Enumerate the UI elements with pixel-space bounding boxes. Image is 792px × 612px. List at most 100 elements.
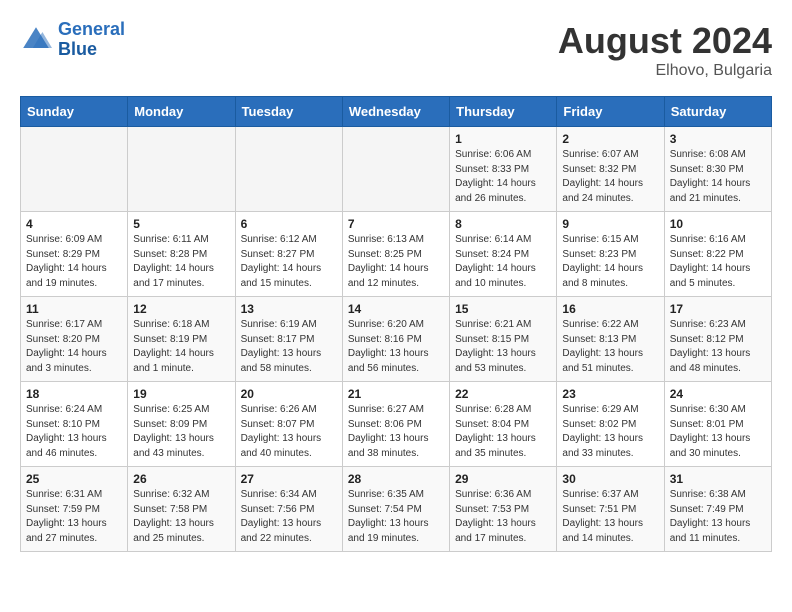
calendar-cell: 20Sunrise: 6:26 AM Sunset: 8:07 PM Dayli… xyxy=(235,382,342,467)
calendar-week-row: 18 Sunrise: 6:24 AM Sunset: 8:10 PM Dayli… xyxy=(21,382,772,467)
day-detail: Sunrise: 6:29 AM Sunset: 8:02 PM Dayligh… xyxy=(562,403,658,461)
day-detail: Sunrise: 6:15 AM Sunset: 8:23 PM Dayligh… xyxy=(562,233,658,291)
day-number: 4 xyxy=(26,217,122,231)
day-detail: Sunrise: 6:18 AM Sunset: 8:19 PM Dayligh… xyxy=(133,318,229,376)
calendar-cell: 14Sunrise: 6:20 AM Sunset: 8:16 PM Dayli… xyxy=(342,297,449,382)
day-detail: Sunrise: 6:31 AM Sunset: 7:59 PM Dayligh… xyxy=(26,488,122,546)
calendar-cell: 13 Sunrise: 6:19 AM Sunset: 8:17 PM Dayli… xyxy=(235,297,342,382)
day-of-week-header: Saturday xyxy=(664,97,771,127)
calendar-cell: 4Sunrise: 6:09 AM Sunset: 8:29 PM Daylig… xyxy=(21,212,128,297)
day-number: 28 xyxy=(348,472,444,486)
calendar-cell: 25Sunrise: 6:31 AM Sunset: 7:59 PM Dayli… xyxy=(21,467,128,552)
calendar-cell: 21 Sunrise: 6:27 AM Sunset: 8:06 PM Dayli… xyxy=(342,382,449,467)
calendar-week-row: 4Sunrise: 6:09 AM Sunset: 8:29 PM Daylig… xyxy=(21,212,772,297)
day-detail: Sunrise: 6:35 AM Sunset: 7:54 PM Dayligh… xyxy=(348,488,444,546)
day-detail: Sunrise: 6:11 AM Sunset: 8:28 PM Dayligh… xyxy=(133,233,229,291)
calendar-cell: 8 Sunrise: 6:14 AM Sunset: 8:24 PM Daylig… xyxy=(450,212,557,297)
calendar-cell: 15 Sunrise: 6:21 AM Sunset: 8:15 PM Dayli… xyxy=(450,297,557,382)
day-of-week-header: Sunday xyxy=(21,97,128,127)
day-of-week-header: Friday xyxy=(557,97,664,127)
calendar-subtitle: Elhovo, Bulgaria xyxy=(558,62,772,80)
day-of-week-header: Thursday xyxy=(450,97,557,127)
calendar-cell: 26 Sunrise: 6:32 AM Sunset: 7:58 PM Dayli… xyxy=(128,467,235,552)
calendar-cell: 9 Sunrise: 6:15 AM Sunset: 8:23 PM Daylig… xyxy=(557,212,664,297)
calendar-cell xyxy=(342,127,449,212)
day-detail: Sunrise: 6:37 AM Sunset: 7:51 PM Dayligh… xyxy=(562,488,658,546)
day-number: 5 xyxy=(133,217,229,231)
calendar-cell: 24 Sunrise: 6:30 AM Sunset: 8:01 PM Dayli… xyxy=(664,382,771,467)
day-detail: Sunrise: 6:08 AM Sunset: 8:30 PM Dayligh… xyxy=(670,148,766,206)
day-number: 16 xyxy=(562,302,658,316)
calendar-cell: 7 Sunrise: 6:13 AM Sunset: 8:25 PM Daylig… xyxy=(342,212,449,297)
day-number: 20 xyxy=(241,387,337,401)
day-number: 12 xyxy=(133,302,229,316)
day-detail: Sunrise: 6:28 AM Sunset: 8:04 PM Dayligh… xyxy=(455,403,551,461)
day-number: 22 xyxy=(455,387,551,401)
calendar-cell: 5 Sunrise: 6:11 AM Sunset: 8:28 PM Daylig… xyxy=(128,212,235,297)
logo-icon xyxy=(20,24,52,56)
day-number: 15 xyxy=(455,302,551,316)
day-number: 31 xyxy=(670,472,766,486)
day-number: 23 xyxy=(562,387,658,401)
day-detail: Sunrise: 6:32 AM Sunset: 7:58 PM Dayligh… xyxy=(133,488,229,546)
calendar-cell: 12 Sunrise: 6:18 AM Sunset: 8:19 PM Dayli… xyxy=(128,297,235,382)
calendar-cell xyxy=(235,127,342,212)
day-detail: Sunrise: 6:07 AM Sunset: 8:32 PM Dayligh… xyxy=(562,148,658,206)
calendar-header-row: SundayMondayTuesdayWednesdayThursdayFrid… xyxy=(21,97,772,127)
day-detail: Sunrise: 6:19 AM Sunset: 8:17 PM Dayligh… xyxy=(241,318,337,376)
day-number: 18 xyxy=(26,387,122,401)
day-number: 1 xyxy=(455,132,551,146)
calendar-cell: 27Sunrise: 6:34 AM Sunset: 7:56 PM Dayli… xyxy=(235,467,342,552)
day-detail: Sunrise: 6:13 AM Sunset: 8:25 PM Dayligh… xyxy=(348,233,444,291)
logo: General Blue xyxy=(20,20,125,60)
day-of-week-header: Tuesday xyxy=(235,97,342,127)
calendar-cell: 3 Sunrise: 6:08 AM Sunset: 8:30 PM Daylig… xyxy=(664,127,771,212)
calendar-title: August 2024 xyxy=(558,20,772,62)
calendar-cell: 11Sunrise: 6:17 AM Sunset: 8:20 PM Dayli… xyxy=(21,297,128,382)
day-number: 7 xyxy=(348,217,444,231)
day-detail: Sunrise: 6:38 AM Sunset: 7:49 PM Dayligh… xyxy=(670,488,766,546)
calendar-cell: 2 Sunrise: 6:07 AM Sunset: 8:32 PM Daylig… xyxy=(557,127,664,212)
day-number: 24 xyxy=(670,387,766,401)
calendar-cell: 30 Sunrise: 6:37 AM Sunset: 7:51 PM Dayli… xyxy=(557,467,664,552)
day-of-week-header: Monday xyxy=(128,97,235,127)
day-number: 21 xyxy=(348,387,444,401)
day-number: 30 xyxy=(562,472,658,486)
day-detail: Sunrise: 6:17 AM Sunset: 8:20 PM Dayligh… xyxy=(26,318,122,376)
day-number: 19 xyxy=(133,387,229,401)
calendar-week-row: 1 Sunrise: 6:06 AM Sunset: 8:33 PM Daylig… xyxy=(21,127,772,212)
day-detail: Sunrise: 6:06 AM Sunset: 8:33 PM Dayligh… xyxy=(455,148,551,206)
day-detail: Sunrise: 6:16 AM Sunset: 8:22 PM Dayligh… xyxy=(670,233,766,291)
day-number: 3 xyxy=(670,132,766,146)
calendar-body: 1 Sunrise: 6:06 AM Sunset: 8:33 PM Daylig… xyxy=(21,127,772,552)
day-detail: Sunrise: 6:30 AM Sunset: 8:01 PM Dayligh… xyxy=(670,403,766,461)
day-number: 17 xyxy=(670,302,766,316)
day-number: 2 xyxy=(562,132,658,146)
calendar-cell: 29Sunrise: 6:36 AM Sunset: 7:53 PM Dayli… xyxy=(450,467,557,552)
calendar-cell: 23 Sunrise: 6:29 AM Sunset: 8:02 PM Dayli… xyxy=(557,382,664,467)
day-detail: Sunrise: 6:24 AM Sunset: 8:10 PM Dayligh… xyxy=(26,403,122,461)
day-number: 14 xyxy=(348,302,444,316)
calendar-cell: 31 Sunrise: 6:38 AM Sunset: 7:49 PM Dayli… xyxy=(664,467,771,552)
calendar-cell: 28 Sunrise: 6:35 AM Sunset: 7:54 PM Dayli… xyxy=(342,467,449,552)
day-number: 13 xyxy=(241,302,337,316)
calendar-cell: 10 Sunrise: 6:16 AM Sunset: 8:22 PM Dayli… xyxy=(664,212,771,297)
calendar-cell: 18 Sunrise: 6:24 AM Sunset: 8:10 PM Dayli… xyxy=(21,382,128,467)
page-header: General Blue August 2024 Elhovo, Bulgari… xyxy=(20,20,772,80)
day-detail: Sunrise: 6:25 AM Sunset: 8:09 PM Dayligh… xyxy=(133,403,229,461)
day-number: 26 xyxy=(133,472,229,486)
day-number: 6 xyxy=(241,217,337,231)
day-number: 10 xyxy=(670,217,766,231)
day-number: 8 xyxy=(455,217,551,231)
day-number: 9 xyxy=(562,217,658,231)
day-detail: Sunrise: 6:14 AM Sunset: 8:24 PM Dayligh… xyxy=(455,233,551,291)
day-number: 27 xyxy=(241,472,337,486)
day-detail: Sunrise: 6:21 AM Sunset: 8:15 PM Dayligh… xyxy=(455,318,551,376)
calendar-cell xyxy=(21,127,128,212)
calendar-cell: 16 Sunrise: 6:22 AM Sunset: 8:13 PM Dayli… xyxy=(557,297,664,382)
calendar-cell: 6Sunrise: 6:12 AM Sunset: 8:27 PM Daylig… xyxy=(235,212,342,297)
day-detail: Sunrise: 6:36 AM Sunset: 7:53 PM Dayligh… xyxy=(455,488,551,546)
calendar-cell: 19 Sunrise: 6:25 AM Sunset: 8:09 PM Dayli… xyxy=(128,382,235,467)
day-detail: Sunrise: 6:22 AM Sunset: 8:13 PM Dayligh… xyxy=(562,318,658,376)
day-detail: Sunrise: 6:27 AM Sunset: 8:06 PM Dayligh… xyxy=(348,403,444,461)
